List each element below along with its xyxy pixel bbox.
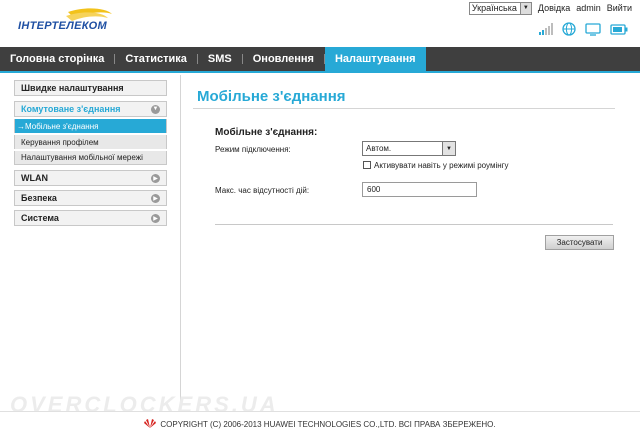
sidebar-item-label: Керування профілем (21, 137, 99, 147)
nav-settings[interactable]: Налаштування (324, 47, 426, 71)
battery-icon (610, 23, 628, 35)
chevron-down-icon: ▼ (442, 142, 455, 155)
language-select[interactable]: Українська ▼ (468, 1, 532, 15)
sidebar-item-label: Налаштування мобільної мережі (21, 153, 143, 162)
help-link[interactable]: Довідка (538, 3, 570, 13)
expand-icon: ▶ (151, 193, 160, 203)
roaming-label: Активувати навіть у режимі роумінгу (374, 161, 509, 170)
sidebar-item-network-settings[interactable]: Налаштування мобільної мережі (14, 151, 167, 165)
copyright-text: COPYRIGHT (C) 2006-2013 HUAWEI TECHNOLOG… (160, 420, 496, 429)
sidebar-group-wlan[interactable]: WLAN ▶ (14, 170, 167, 186)
nav-home[interactable]: Головна сторінка (0, 47, 114, 71)
apply-button[interactable]: Застосувати (545, 235, 614, 250)
nav-sms[interactable]: SMS (198, 47, 242, 71)
collapse-icon: ▼ (151, 104, 160, 114)
logout-link[interactable]: Вийти (607, 3, 632, 13)
expand-icon: ▶ (151, 213, 160, 223)
signal-icon (539, 23, 553, 35)
sidebar-group-system[interactable]: Система ▶ (14, 210, 167, 226)
sidebar-group-label: Комутоване з'єднання (21, 104, 121, 114)
sidebar-group-label: WLAN (21, 173, 48, 183)
mode-label: Режим підключення: (215, 145, 291, 154)
footer: COPYRIGHT (C) 2006-2013 HUAWEI TECHNOLOG… (0, 419, 640, 430)
footer-divider (0, 411, 640, 412)
nav-statistics[interactable]: Статистика (115, 47, 197, 71)
sidebar-item-quick-setup[interactable]: Швидке налаштування (14, 80, 167, 96)
sidebar: Швидке налаштування Комутоване з'єднання… (0, 75, 181, 410)
idle-time-label: Макс. час відсутності дій: (215, 186, 310, 195)
page-title: Мобільне з'єднання (197, 88, 346, 105)
connection-mode-value: Автом. (366, 144, 392, 153)
sidebar-item-label: Швидке налаштування (21, 83, 124, 93)
sidebar-item-label: Мобільне з'єднання (25, 121, 99, 131)
arrow-right-icon: → (17, 121, 25, 131)
chevron-down-icon: ▼ (519, 2, 531, 14)
sidebar-group-dialup[interactable]: Комутоване з'єднання ▼ (14, 101, 167, 117)
connection-mode-select[interactable]: Автом. ▼ (362, 141, 456, 156)
sidebar-item-mobile-connection[interactable]: → Мобільне з'єднання (14, 119, 167, 133)
expand-icon: ▶ (151, 173, 160, 183)
form-divider (215, 224, 613, 225)
huawei-logo-icon (144, 419, 157, 430)
roaming-checkbox[interactable] (363, 161, 371, 169)
title-divider (193, 108, 615, 109)
nav-update[interactable]: Оновлення (243, 47, 324, 71)
status-icons (539, 22, 628, 36)
logo-text: ІНТЕРТЕЛЕКОМ (18, 20, 107, 32)
idle-time-input[interactable]: 600 (362, 182, 477, 197)
sidebar-group-label: Безпека (21, 193, 57, 203)
sidebar-item-profile-management[interactable]: Керування профілем (14, 135, 167, 149)
main-nav: Головна сторінка Статистика SMS Оновленн… (0, 47, 640, 73)
language-value: Українська (471, 3, 517, 13)
operator-logo: ІНТЕРТЕЛЕКОМ (8, 6, 128, 38)
watermark: OVERCLOCKERS.UA (10, 392, 279, 417)
globe-icon (562, 22, 576, 36)
monitor-icon (585, 22, 601, 36)
sidebar-group-label: Система (21, 213, 59, 223)
idle-time-value: 600 (367, 185, 381, 194)
sidebar-group-security[interactable]: Безпека ▶ (14, 190, 167, 206)
section-title: Мобільне з'єднання: (215, 127, 318, 138)
user-link[interactable]: admin (576, 3, 601, 13)
top-bar: Українська ▼ Довідка admin Вийти (468, 1, 632, 15)
